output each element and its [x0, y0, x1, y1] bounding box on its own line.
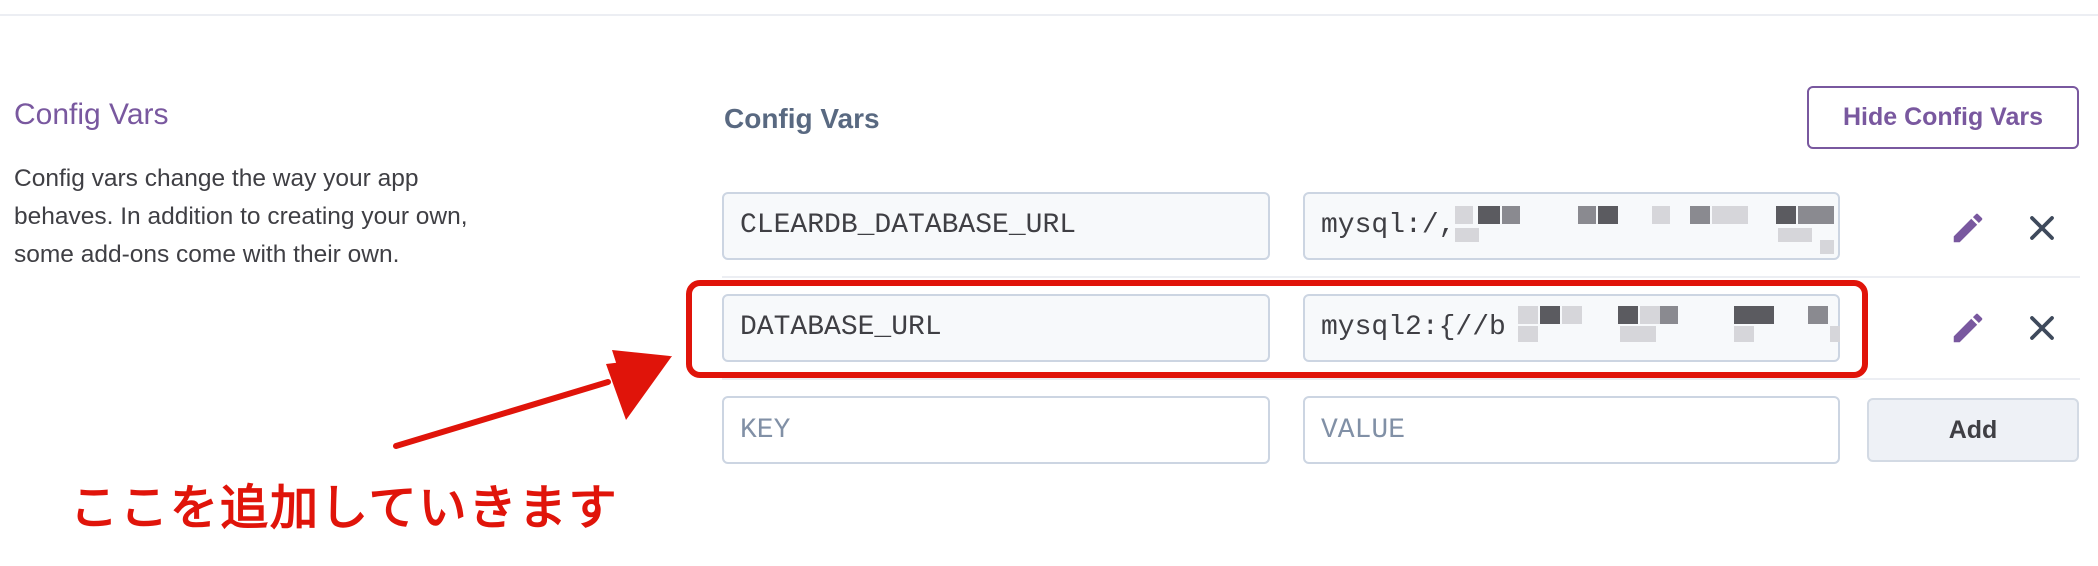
close-icon	[2030, 216, 2054, 240]
redaction-block	[1578, 206, 1596, 224]
config-var-value-text: mysql:/,	[1321, 210, 1456, 241]
annotation-arrow-icon	[393, 350, 672, 449]
annotation-highlight-box	[686, 280, 1868, 378]
config-var-key-field[interactable]: CLEARDB_DATABASE_URL	[722, 192, 1270, 260]
pencil-icon	[1953, 313, 1983, 343]
redaction-block	[1502, 206, 1520, 224]
redaction-block	[1778, 228, 1812, 242]
redaction-block	[1690, 206, 1710, 224]
redaction-block	[1598, 206, 1618, 224]
edit-config-var-button[interactable]	[1940, 200, 1996, 256]
config-var-value-field[interactable]: mysql:/,	[1303, 192, 1840, 260]
pencil-icon	[1953, 213, 1983, 243]
new-key-input[interactable]	[722, 396, 1270, 464]
redaction-block	[1776, 206, 1796, 224]
section-title: Config Vars	[14, 98, 169, 131]
redaction-block	[1712, 206, 1748, 224]
delete-config-var-button[interactable]	[2014, 200, 2070, 256]
redaction-block	[1798, 206, 1834, 224]
redaction-block	[1478, 206, 1500, 224]
top-divider	[0, 14, 2098, 16]
edit-config-var-button[interactable]	[1940, 300, 1996, 356]
close-icon	[2030, 316, 2054, 340]
row-divider	[722, 276, 2080, 278]
section-description: Config vars change the way your app beha…	[14, 165, 468, 268]
hide-config-vars-button[interactable]: Hide Config Vars	[1807, 86, 2079, 149]
row-divider	[722, 378, 2080, 380]
delete-config-var-button[interactable]	[2014, 300, 2070, 356]
redaction-block	[1455, 228, 1479, 242]
redaction-block	[1455, 206, 1473, 224]
add-config-var-button[interactable]: Add	[1867, 398, 2079, 462]
redaction-block	[1652, 206, 1670, 224]
redaction-block	[1820, 240, 1834, 254]
annotation-text: ここを追加していきます	[70, 480, 619, 536]
panel-title: Config Vars	[724, 103, 880, 134]
new-value-input[interactable]	[1303, 396, 1840, 464]
